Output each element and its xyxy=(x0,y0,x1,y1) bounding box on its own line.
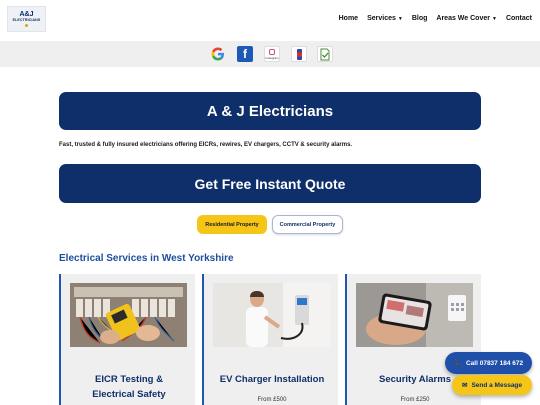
chevron-down-icon: ▼ xyxy=(491,15,497,22)
instagram-icon[interactable]: Instagram xyxy=(264,46,280,62)
nav-areas-label: Areas We Cover xyxy=(436,15,490,22)
facebook-icon[interactable]: f xyxy=(237,46,253,62)
trustmark-icon[interactable] xyxy=(317,46,333,62)
company-logo[interactable]: A&J ELECTRICIANS xyxy=(7,6,46,32)
page-title-banner: A & J Electricians xyxy=(59,92,481,130)
nav-areas[interactable]: Areas We Cover ▼ xyxy=(436,15,497,22)
commercial-property-button[interactable]: Commercial Property xyxy=(272,215,343,234)
instant-quote-label: Get Free Instant Quote xyxy=(194,175,346,192)
main-nav: Home Services ▼ Blog Areas We Cover ▼ Cont… xyxy=(330,15,532,22)
instant-quote-button[interactable]: Get Free Instant Quote xyxy=(59,164,481,203)
checkatrade-bar-icon xyxy=(296,48,302,60)
send-message-label: Send a Message xyxy=(471,381,523,389)
call-button-label: Call 07837 184 672 xyxy=(465,359,524,367)
service-card-title: EICR Testing & Electrical Safety xyxy=(61,372,197,402)
service-card-price: From £250 xyxy=(400,397,430,403)
checkatrade-icon[interactable] xyxy=(291,46,307,62)
tagline: Fast, trusted & fully insured electricia… xyxy=(59,142,353,148)
residential-property-button[interactable]: Residential Property xyxy=(197,215,267,234)
nav-services-label: Services xyxy=(367,15,396,22)
page-title: A & J Electricians xyxy=(206,102,334,120)
instagram-camera-icon xyxy=(269,48,275,55)
service-card-title-line1: EICR Testing & xyxy=(95,374,163,385)
nav-services[interactable]: Services ▼ xyxy=(367,15,403,22)
site-header: A&J ELECTRICIANS Home Services ▼ Blog Are… xyxy=(0,0,540,41)
nav-blog[interactable]: Blog xyxy=(412,15,428,22)
eicr-testing-image xyxy=(70,283,187,347)
call-button[interactable]: 📞 Call 07837 184 672 xyxy=(445,352,532,374)
nav-contact[interactable]: Contact xyxy=(506,15,532,22)
services-cards: EICR Testing & Electrical Safety EV Char… xyxy=(59,274,481,405)
service-card-ev[interactable]: EV Charger Installation From £500 xyxy=(202,274,338,405)
phone-icon: 📞 xyxy=(453,360,462,367)
logo-bulb-icon xyxy=(25,24,28,27)
service-card-title-line2: Electrical Safety xyxy=(92,389,166,400)
ev-charger-image xyxy=(213,283,330,347)
nav-home[interactable]: Home xyxy=(339,15,358,22)
instagram-label: Instagram xyxy=(265,55,279,60)
review-platforms-band: f Instagram xyxy=(0,41,540,67)
send-message-button[interactable]: ✉ Send a Message xyxy=(452,375,532,395)
service-card-price: From £500 xyxy=(257,397,287,403)
logo-text-bottom: ELECTRICIANS xyxy=(12,18,41,22)
services-heading: Electrical Services in West Yorkshire xyxy=(59,253,234,264)
service-card-title: EV Charger Installation xyxy=(219,374,325,385)
envelope-icon: ✉ xyxy=(461,382,468,389)
logo-text-top: A&J xyxy=(19,11,34,18)
security-alarm-image xyxy=(356,283,473,347)
chevron-down-icon: ▼ xyxy=(397,15,403,22)
service-card-eicr[interactable]: EICR Testing & Electrical Safety xyxy=(59,274,195,405)
google-icon[interactable] xyxy=(210,46,226,62)
